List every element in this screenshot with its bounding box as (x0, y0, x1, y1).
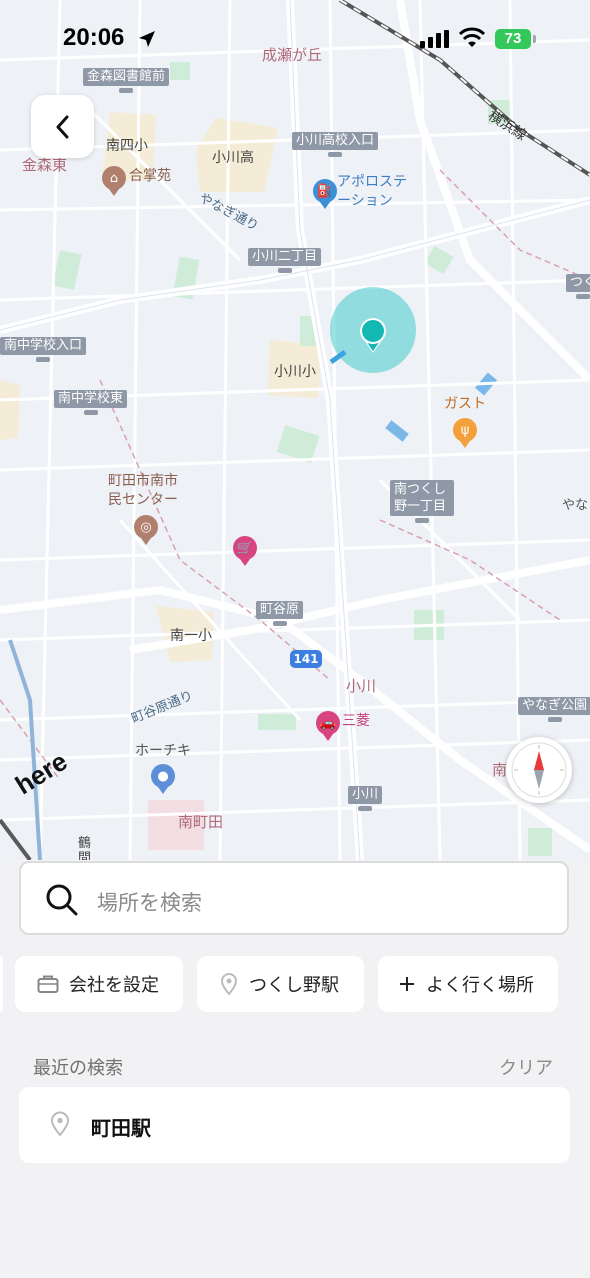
frequent-places-chip[interactable]: よく行く場所 (378, 956, 558, 1012)
facility-pin-icon[interactable]: ⌂ (102, 166, 126, 196)
route-shield: 141 (290, 650, 322, 668)
clock: 20:06 (63, 24, 125, 51)
area-label: 金森東 (22, 156, 68, 174)
area-label: 南 (492, 761, 508, 779)
location-pin-icon[interactable]: ● (151, 764, 175, 794)
poi-label: アポロステーション (337, 174, 407, 209)
compass-button[interactable] (506, 737, 572, 803)
poi-label: 町田市南市民センター (108, 473, 178, 508)
station-chip[interactable]: つくし野駅 (197, 956, 364, 1012)
gas-station-pin-icon[interactable]: ⛽ (313, 179, 337, 209)
bus-stop-label[interactable]: 南中学校入口 (0, 337, 87, 362)
area-label: 鶴間 (78, 836, 92, 860)
school-label: 南四小 (106, 138, 148, 154)
bus-stop-label[interactable]: 南中学校東 (54, 390, 128, 415)
location-arrow-icon (139, 31, 155, 47)
poi-label: 合掌苑 (129, 168, 171, 184)
bus-stop-label[interactable]: 町谷原 (256, 601, 304, 626)
restaurant-pin-icon[interactable]: ψ (453, 418, 477, 448)
compass-icon (511, 742, 567, 798)
cellular-signal-icon (420, 30, 449, 48)
poi-label: 三菱 (342, 713, 370, 729)
civic-center-pin-icon[interactable]: ◎ (134, 515, 158, 545)
status-bar: 20:06 73 (0, 0, 590, 80)
wifi-icon (458, 27, 486, 47)
plus-icon (400, 977, 414, 991)
bus-stop-label[interactable]: 南つくし野一丁目 (390, 480, 454, 523)
school-label: 南一小 (170, 628, 212, 644)
bus-stop-label[interactable]: 小川 (348, 786, 383, 811)
bus-stop-label[interactable]: 小川高校入口 (292, 132, 379, 157)
search-input[interactable]: 場所を検索 (19, 861, 569, 935)
briefcase-icon (37, 975, 59, 993)
school-label: 小川高 (212, 150, 254, 166)
road-label: やな (562, 498, 589, 513)
pin-icon (220, 973, 238, 995)
chip-label: 会社を設定 (69, 975, 159, 996)
recent-searches-title: 最近の検索 (33, 1058, 123, 1079)
pin-icon (50, 1111, 70, 1137)
chip-offscreen[interactable] (0, 956, 3, 1012)
chevron-left-icon (56, 115, 68, 138)
area-label: 小川 (346, 677, 377, 695)
chip-label: よく行く場所 (426, 975, 534, 996)
bus-stop-label[interactable]: つく (566, 274, 590, 299)
car-dealer-pin-icon[interactable]: 🚗 (316, 711, 340, 741)
school-label: 小川小 (274, 364, 316, 380)
poi-label: ガスト (444, 396, 486, 412)
bus-stop-label[interactable]: やなぎ公園 (518, 697, 590, 722)
recent-item-label: 町田駅 (91, 1116, 151, 1140)
bus-stop-label[interactable]: 小川二丁目 (248, 248, 322, 273)
set-work-chip[interactable]: 会社を設定 (15, 956, 183, 1012)
search-icon (46, 884, 78, 916)
back-button[interactable] (31, 95, 94, 158)
shop-pin-icon[interactable]: 🛒 (233, 536, 257, 566)
list-item[interactable]: 町田駅 (19, 1087, 570, 1163)
chip-label: つくし野駅 (249, 975, 339, 996)
area-label: 南町田 (178, 813, 224, 831)
poi-label: ホーチキ (135, 743, 191, 759)
battery-indicator: 73 (495, 29, 536, 49)
clear-button[interactable]: クリア (499, 1054, 553, 1080)
search-placeholder: 場所を検索 (97, 891, 202, 915)
bottom-panel: 場所を検索 会社を設定 つくし野駅 よく行く場所 最近の検索 クリア 町田駅 (0, 860, 590, 1278)
